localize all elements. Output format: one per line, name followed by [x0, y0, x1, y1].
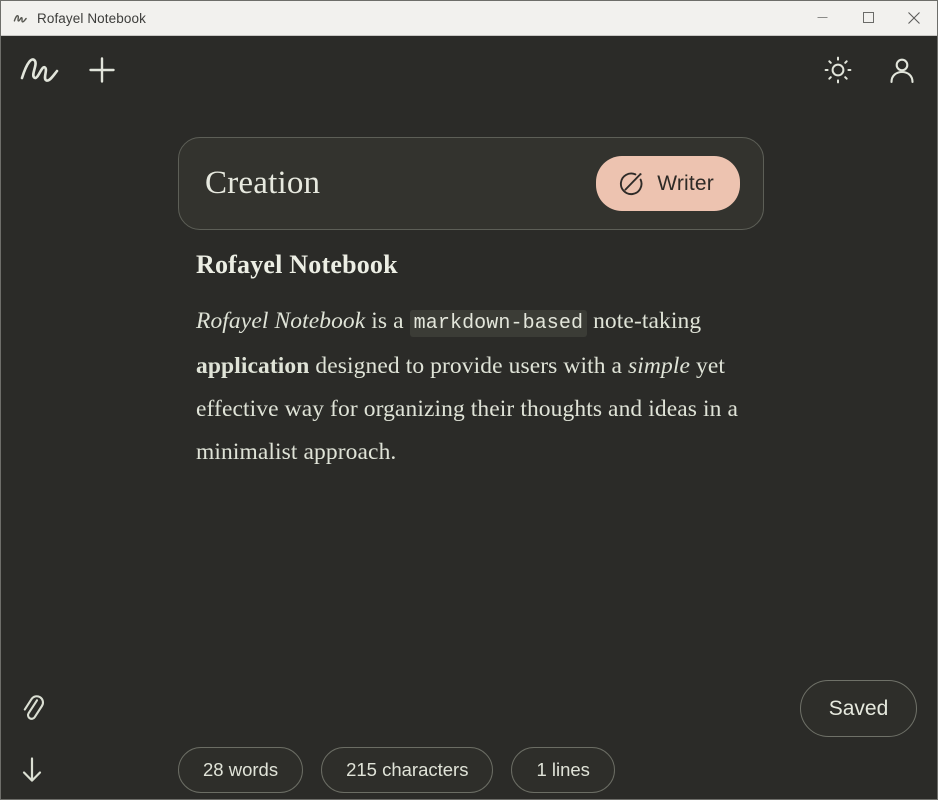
status-badge-words: 28 words [178, 747, 304, 793]
maximize-icon[interactable] [845, 1, 891, 35]
app-window: Rofayel Notebook Creation Writer Rofayel… [0, 0, 938, 800]
writer-mode-button[interactable]: Writer [596, 156, 740, 211]
scribble-logo-icon[interactable] [19, 53, 61, 87]
editor-text-1: is a [365, 308, 410, 334]
page-title[interactable]: Creation [205, 165, 320, 202]
close-icon[interactable] [891, 1, 937, 35]
document-title-card: Creation Writer [178, 137, 764, 230]
toolbar-left-group [19, 53, 117, 87]
status-badge-lines: 1 lines [511, 747, 615, 793]
bottom-left-rail [17, 693, 47, 785]
editor-italic-title: Rofayel Notebook [196, 308, 366, 334]
writer-mode-label: Writer [657, 171, 714, 195]
pen-circle-icon [618, 170, 645, 197]
markdown-editor[interactable]: Rofayel Notebook Rofayel Notebook is a m… [196, 250, 756, 474]
plus-icon[interactable] [87, 55, 117, 85]
app-toolbar [1, 36, 937, 104]
sun-brightness-icon[interactable] [823, 55, 853, 85]
minimize-icon[interactable] [799, 1, 845, 35]
editor-paragraph: Rofayel Notebook is a markdown-based not… [196, 300, 756, 474]
saved-status-button[interactable]: Saved [800, 680, 917, 737]
window-controls [799, 1, 937, 36]
status-bar: 28 words 215 characters 1 lines [178, 747, 615, 793]
editor-text-3: designed to provide users with a [309, 353, 629, 379]
user-account-icon[interactable] [887, 55, 917, 85]
window-title: Rofayel Notebook [37, 10, 146, 26]
editor-heading: Rofayel Notebook [196, 250, 398, 279]
arrow-down-icon[interactable] [17, 755, 47, 785]
editor-bold-application: application [196, 353, 310, 379]
editor-italic-simple: simple [628, 353, 691, 379]
window-titlebar: Rofayel Notebook [1, 1, 937, 36]
editor-code-span: markdown-based [409, 310, 588, 337]
status-badge-characters: 215 characters [321, 747, 494, 793]
content-area: Creation Writer Rofayel Notebook Rofayel… [1, 104, 937, 799]
paperclip-icon[interactable] [17, 693, 47, 723]
scribble-logo-icon [12, 10, 28, 26]
editor-text-2: note-taking [587, 308, 702, 334]
toolbar-right-group [823, 55, 917, 85]
